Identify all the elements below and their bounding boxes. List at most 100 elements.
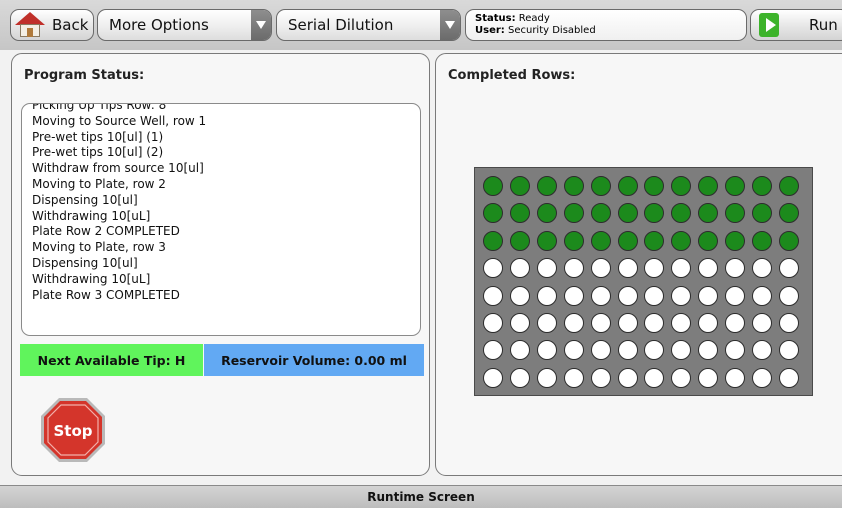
well-completed — [536, 203, 557, 224]
well-completed — [752, 203, 772, 224]
well-completed — [590, 230, 611, 251]
well-pending — [725, 313, 746, 333]
well-completed — [698, 203, 719, 224]
well-completed — [563, 230, 584, 251]
well-completed — [671, 230, 692, 251]
user-line: User: Security Disabled — [475, 25, 746, 37]
well-pending — [778, 313, 799, 333]
well-pending — [698, 340, 719, 361]
well-completed — [778, 176, 799, 196]
well-pending — [563, 285, 584, 306]
well-pending — [509, 367, 530, 388]
log-entry: Moving to Plate, row 2 — [32, 176, 166, 191]
well-completed — [509, 203, 530, 224]
well-pending — [778, 340, 799, 361]
well-pending — [483, 340, 503, 361]
well-completed — [509, 176, 530, 196]
user-label: User: — [475, 25, 505, 36]
well-pending — [590, 340, 611, 361]
well-pending — [671, 285, 692, 306]
log-entry: Dispensing 10[ul] — [32, 255, 138, 270]
well-pending — [644, 285, 665, 306]
well-pending — [725, 340, 746, 361]
well-pending — [671, 258, 692, 279]
well-pending — [698, 313, 719, 333]
well-pending — [671, 340, 692, 361]
well-pending — [617, 285, 638, 306]
well-completed — [590, 203, 611, 224]
status-label: Status: — [475, 13, 516, 24]
well-pending — [590, 367, 611, 388]
well-pending — [644, 258, 665, 279]
well-completed — [617, 176, 638, 196]
well-completed — [536, 230, 557, 251]
chevron-down-icon[interactable] — [440, 10, 460, 40]
user-value: Security Disabled — [507, 25, 596, 36]
log-entry: Pre-wet tips 10[ul] (2) — [32, 145, 164, 160]
well-completed — [644, 203, 665, 224]
log-entry: Withdrawing 10[uL] — [32, 208, 151, 223]
well-pending — [698, 367, 719, 388]
well-pending — [698, 258, 719, 279]
well-completed — [752, 230, 772, 251]
well-completed — [644, 230, 665, 251]
well-pending — [563, 367, 584, 388]
program-status-panel: Program Status: Picking Up Tips Row: 8 Mo… — [11, 53, 430, 476]
log-entry: Moving to Plate, row 3 — [32, 240, 166, 255]
well-pending — [725, 258, 746, 279]
well-pending — [536, 340, 557, 361]
status-log-list: Picking Up Tips Row: 8 Moving to Source W… — [32, 104, 207, 303]
stop-button[interactable]: Stop — [39, 396, 107, 464]
well-pending — [483, 285, 503, 306]
well-completed — [698, 176, 719, 196]
well-completed — [752, 176, 772, 196]
well-pending — [590, 258, 611, 279]
status-value: Ready — [518, 13, 550, 24]
chevron-down-icon[interactable] — [251, 10, 271, 40]
more-options-label: More Options — [109, 16, 209, 34]
well-completed — [617, 230, 638, 251]
well-pending — [536, 313, 557, 333]
well-pending — [617, 340, 638, 361]
run-label: Run — [809, 16, 838, 34]
log-entry: Withdrawing 10[uL] — [32, 271, 151, 286]
well-pending — [536, 367, 557, 388]
well-completed — [725, 176, 746, 196]
well-pending — [671, 313, 692, 333]
well-completed — [617, 203, 638, 224]
well-pending — [752, 313, 772, 333]
log-entry: Withdraw from source 10[ul] — [32, 161, 204, 176]
more-options-dropdown[interactable]: More Options — [97, 9, 272, 41]
well-pending — [536, 285, 557, 306]
log-entry: Moving to Source Well, row 1 — [32, 113, 207, 128]
well-pending — [509, 258, 530, 279]
well-pending — [509, 340, 530, 361]
well-completed — [483, 230, 503, 251]
well-pending — [536, 258, 557, 279]
well-pending — [725, 367, 746, 388]
well-completed — [590, 176, 611, 196]
well-pending — [644, 340, 665, 361]
stop-label: Stop — [53, 422, 92, 440]
reservoir-volume-indicator: Reservoir Volume: 0.00 ml — [204, 344, 424, 376]
well-pending — [590, 285, 611, 306]
log-entry: Pre-wet tips 10[ul] (1) — [32, 129, 164, 144]
status-log[interactable]: Picking Up Tips Row: 8 Moving to Source W… — [21, 103, 421, 336]
log-entry: Plate Row 3 COMPLETED — [32, 287, 180, 302]
method-dropdown[interactable]: Serial Dilution — [276, 9, 461, 41]
well-completed — [698, 230, 719, 251]
well-pending — [752, 258, 772, 279]
well-pending — [483, 313, 503, 333]
run-button[interactable]: Run — [750, 9, 842, 41]
well-completed — [778, 230, 799, 251]
next-tip-indicator: Next Available Tip: H — [20, 344, 203, 376]
well-pending — [563, 313, 584, 333]
well-pending — [698, 285, 719, 306]
back-button[interactable]: Back — [10, 9, 94, 41]
well-pending — [752, 340, 772, 361]
program-status-title: Program Status: — [24, 68, 145, 83]
method-label: Serial Dilution — [288, 16, 394, 34]
well-pending — [590, 313, 611, 333]
completed-rows-panel: Completed Rows: — [435, 53, 842, 476]
well-pending — [509, 313, 530, 333]
